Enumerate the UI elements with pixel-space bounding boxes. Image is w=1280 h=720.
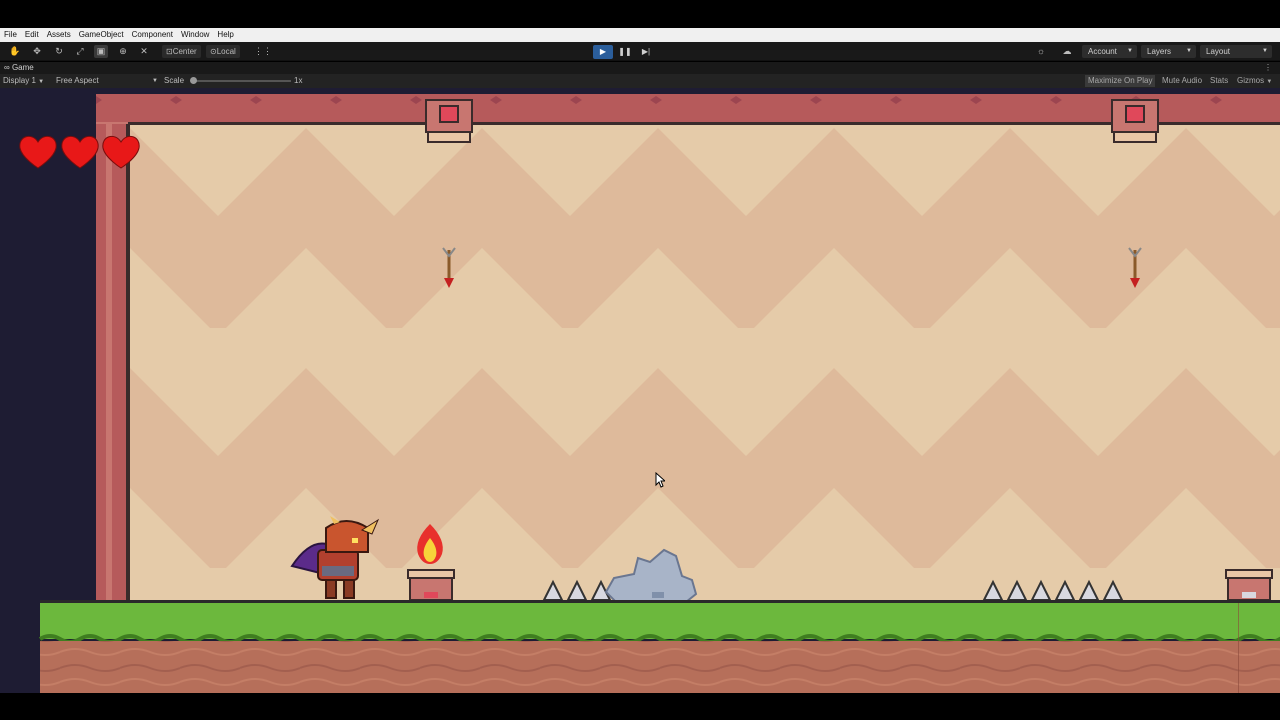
mouse-cursor-icon <box>655 472 665 488</box>
game-tab-bar: ∞ Game ⋮ <box>0 62 1280 74</box>
hand-tool-icon[interactable]: ✋ <box>8 45 22 58</box>
layout-label: Layout <box>1206 47 1231 56</box>
account-dropdown[interactable]: Account ▼ <box>1082 45 1137 58</box>
tab-game-label: Game <box>11 63 34 72</box>
game-scene <box>19 94 1280 693</box>
layers-dropdown[interactable]: Layers ▼ <box>1141 45 1196 58</box>
chevron-down-icon: ▼ <box>38 79 45 85</box>
account-label: Account <box>1088 47 1117 56</box>
collab-icon[interactable]: ☼ <box>1034 45 1048 58</box>
scale-tool-icon[interactable]: ⤢ <box>73 45 87 58</box>
rotate-tool-icon[interactable]: ↻ <box>52 45 66 58</box>
mute-audio-toggle[interactable]: Mute Audio <box>1159 75 1205 87</box>
unity-editor-window: File Edit Assets GameObject Component Wi… <box>0 0 1280 720</box>
ceiling <box>96 94 1280 124</box>
fire-trap-base <box>407 569 455 601</box>
display-label: Display 1 <box>3 76 36 85</box>
aspect-label: Free Aspect <box>56 76 99 85</box>
menu-bar: File Edit Assets GameObject Component Wi… <box>0 28 1280 42</box>
maximize-on-play-toggle[interactable]: Maximize On Play <box>1085 75 1156 87</box>
scale-value: 1x <box>294 76 303 85</box>
menu-window[interactable]: Window <box>181 28 209 42</box>
transform-tool-icon[interactable]: ⊕ <box>116 45 130 58</box>
menu-assets[interactable]: Assets <box>47 28 71 42</box>
menu-gameobject[interactable]: GameObject <box>79 28 124 42</box>
play-button[interactable]: ▶ <box>593 45 613 59</box>
grid-snap-icon[interactable]: ⋮⋮ <box>254 45 272 58</box>
chevron-down-icon: ▼ <box>1266 79 1273 85</box>
game-viewport[interactable] <box>0 88 1280 693</box>
menu-help[interactable]: Help <box>217 28 233 42</box>
dirt-ground <box>40 641 1280 693</box>
chevron-down-icon: ▼ <box>152 78 158 84</box>
space-local-label: Local <box>216 47 236 56</box>
pause-button[interactable]: ❚❚ <box>615 45 635 59</box>
heart-icon <box>19 135 57 169</box>
chevron-down-icon: ▼ <box>1186 48 1192 54</box>
rect-tool-icon[interactable]: ▣ <box>94 45 108 58</box>
gizmos-label: Gizmos <box>1237 76 1265 85</box>
space-local-toggle[interactable]: ⊙Local <box>206 45 240 58</box>
scale-slider-handle[interactable] <box>190 77 197 84</box>
scale-slider-track[interactable] <box>193 80 291 82</box>
arrow-trap-icon <box>425 99 473 143</box>
menu-file[interactable]: File <box>4 28 17 42</box>
main-toolbar: ✋ ✥ ↻ ⤢ ▣ ⊕ ✕ ⊡Center ⊙Local ⋮⋮ ▶ ❚❚ ▶| … <box>0 42 1280 61</box>
left-wall <box>96 94 130 600</box>
pivot-center-label: Center <box>172 47 197 56</box>
stats-toggle[interactable]: Stats <box>1207 75 1231 87</box>
grass-ground <box>40 603 1280 639</box>
game-view-toolbar: Display 1 ▼ Free Aspect ▼ Scale 1x Maximi… <box>0 74 1280 88</box>
chevron-down-icon: ▼ <box>1127 48 1133 54</box>
layout-dropdown[interactable]: Layout ▼ <box>1200 45 1272 58</box>
aspect-dropdown[interactable]: Free Aspect ▼ <box>56 74 158 88</box>
game-view-icon: ∞ <box>4 63 12 72</box>
chevron-down-icon: ▼ <box>1262 48 1268 54</box>
cloud-icon[interactable]: ☁ <box>1060 45 1074 58</box>
tab-options-icon[interactable]: ⋮ <box>1264 62 1272 74</box>
tab-game[interactable]: ∞ Game <box>4 62 34 74</box>
background-wall <box>128 124 1280 600</box>
heart-icon <box>61 135 99 169</box>
bottom-bar <box>0 693 1280 720</box>
scale-label: Scale <box>164 76 185 85</box>
custom-tool-icon[interactable]: ✕ <box>137 45 151 58</box>
move-tool-icon[interactable]: ✥ <box>30 45 44 58</box>
gizmos-dropdown[interactable]: Gizmos ▼ <box>1234 75 1275 87</box>
trap-base <box>1225 569 1273 601</box>
layers-label: Layers <box>1147 47 1172 56</box>
pivot-center-toggle[interactable]: ⊡Center <box>162 45 201 58</box>
menu-component[interactable]: Component <box>132 28 173 42</box>
arrow-trap-icon <box>1111 99 1159 143</box>
step-button[interactable]: ▶| <box>636 45 656 59</box>
display-dropdown[interactable]: Display 1 ▼ <box>3 74 44 89</box>
menu-edit[interactable]: Edit <box>25 28 39 42</box>
